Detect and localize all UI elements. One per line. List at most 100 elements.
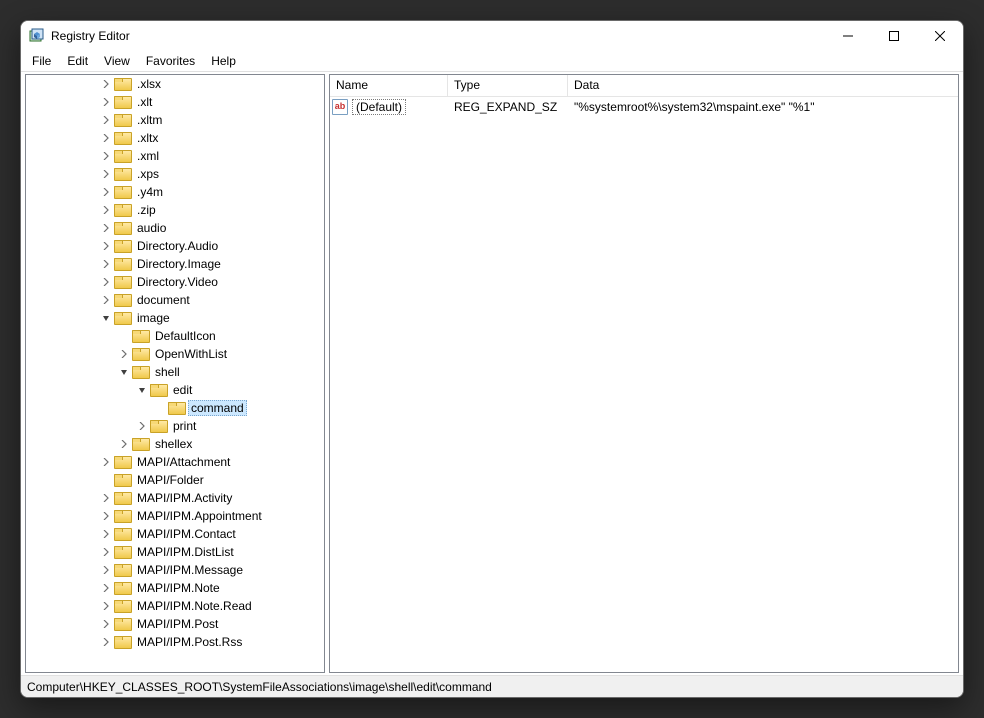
chevron-right-icon[interactable]: [100, 600, 112, 612]
tree-item[interactable]: .zip: [26, 201, 324, 219]
tree-item[interactable]: Directory.Video: [26, 273, 324, 291]
chevron-right-icon[interactable]: [118, 348, 130, 360]
tree-item[interactable]: shellex: [26, 435, 324, 453]
chevron-right-icon[interactable]: [100, 114, 112, 126]
chevron-right-icon[interactable]: [100, 618, 112, 630]
tree-item[interactable]: print: [26, 417, 324, 435]
chevron-right-icon[interactable]: [100, 456, 112, 468]
chevron-right-icon[interactable]: [100, 546, 112, 558]
window-title: Registry Editor: [51, 29, 825, 43]
expander-none: [100, 474, 112, 486]
tree-item[interactable]: .xlsx: [26, 75, 324, 93]
tree-item-label: .xltm: [134, 112, 165, 128]
chevron-right-icon[interactable]: [100, 150, 112, 162]
chevron-right-icon[interactable]: [100, 528, 112, 540]
tree-item[interactable]: MAPI/IPM.Appointment: [26, 507, 324, 525]
chevron-down-icon[interactable]: [100, 312, 112, 324]
folder-icon: [114, 312, 130, 325]
list-row[interactable]: (Default)REG_EXPAND_SZ"%systemroot%\syst…: [330, 97, 958, 116]
menu-edit[interactable]: Edit: [60, 53, 95, 69]
chevron-right-icon[interactable]: [100, 222, 112, 234]
menu-favorites[interactable]: Favorites: [139, 53, 202, 69]
tree-item[interactable]: MAPI/Folder: [26, 471, 324, 489]
menu-help[interactable]: Help: [204, 53, 243, 69]
chevron-right-icon[interactable]: [100, 132, 112, 144]
tree-item[interactable]: MAPI/IPM.Message: [26, 561, 324, 579]
tree-item[interactable]: MAPI/IPM.Note.Read: [26, 597, 324, 615]
folder-icon: [114, 204, 130, 217]
column-header-type[interactable]: Type: [448, 75, 568, 96]
chevron-right-icon[interactable]: [100, 204, 112, 216]
chevron-right-icon[interactable]: [100, 510, 112, 522]
chevron-right-icon[interactable]: [100, 258, 112, 270]
chevron-right-icon[interactable]: [100, 582, 112, 594]
tree-item[interactable]: command: [26, 399, 324, 417]
chevron-right-icon[interactable]: [100, 294, 112, 306]
tree-item[interactable]: DefaultIcon: [26, 327, 324, 345]
expander-none: [118, 330, 130, 342]
tree-item[interactable]: MAPI/IPM.Post: [26, 615, 324, 633]
chevron-down-icon[interactable]: [136, 384, 148, 396]
tree-item[interactable]: .xps: [26, 165, 324, 183]
tree-item[interactable]: edit: [26, 381, 324, 399]
column-header-data[interactable]: Data: [568, 75, 958, 96]
tree-item[interactable]: .xlt: [26, 93, 324, 111]
tree-item[interactable]: MAPI/IPM.DistList: [26, 543, 324, 561]
chevron-right-icon[interactable]: [100, 168, 112, 180]
chevron-right-icon[interactable]: [100, 564, 112, 576]
folder-icon: [150, 420, 166, 433]
menu-view[interactable]: View: [97, 53, 137, 69]
menu-file[interactable]: File: [25, 53, 58, 69]
string-value-icon: [332, 99, 348, 115]
column-header-name[interactable]: Name: [330, 75, 448, 96]
maximize-button[interactable]: [871, 21, 917, 51]
folder-icon: [132, 330, 148, 343]
tree-item-label: image: [134, 310, 173, 326]
tree-item[interactable]: MAPI/IPM.Note: [26, 579, 324, 597]
tree-item[interactable]: audio: [26, 219, 324, 237]
close-button[interactable]: [917, 21, 963, 51]
chevron-right-icon[interactable]: [100, 186, 112, 198]
tree-item[interactable]: image: [26, 309, 324, 327]
folder-icon: [114, 294, 130, 307]
tree-item-label: DefaultIcon: [152, 328, 219, 344]
tree-item[interactable]: .xltx: [26, 129, 324, 147]
chevron-right-icon[interactable]: [118, 438, 130, 450]
tree-item[interactable]: Directory.Image: [26, 255, 324, 273]
folder-icon: [132, 438, 148, 451]
tree-item[interactable]: MAPI/Attachment: [26, 453, 324, 471]
chevron-right-icon[interactable]: [100, 96, 112, 108]
tree-item-label: print: [170, 418, 199, 434]
folder-icon: [114, 150, 130, 163]
statusbar: Computer\HKEY_CLASSES_ROOT\SystemFileAss…: [21, 675, 963, 697]
chevron-right-icon[interactable]: [100, 78, 112, 90]
tree-item[interactable]: shell: [26, 363, 324, 381]
statusbar-path: Computer\HKEY_CLASSES_ROOT\SystemFileAss…: [27, 680, 492, 694]
folder-icon: [114, 114, 130, 127]
expander-none: [154, 402, 166, 414]
folder-icon: [114, 528, 130, 541]
tree-item[interactable]: .y4m: [26, 183, 324, 201]
tree-item[interactable]: MAPI/IPM.Post.Rss: [26, 633, 324, 651]
tree-item[interactable]: .xml: [26, 147, 324, 165]
titlebar[interactable]: Registry Editor: [21, 21, 963, 51]
list-body: (Default)REG_EXPAND_SZ"%systemroot%\syst…: [330, 97, 958, 672]
folder-icon: [114, 186, 130, 199]
tree-item[interactable]: MAPI/IPM.Contact: [26, 525, 324, 543]
list-pane: Name Type Data (Default)REG_EXPAND_SZ"%s…: [329, 74, 959, 673]
chevron-right-icon[interactable]: [136, 420, 148, 432]
tree-item[interactable]: OpenWithList: [26, 345, 324, 363]
tree-item[interactable]: document: [26, 291, 324, 309]
minimize-button[interactable]: [825, 21, 871, 51]
chevron-right-icon[interactable]: [100, 240, 112, 252]
tree-item[interactable]: .xltm: [26, 111, 324, 129]
chevron-right-icon[interactable]: [100, 636, 112, 648]
folder-icon: [114, 546, 130, 559]
folder-icon: [114, 78, 130, 91]
tree-item[interactable]: Directory.Audio: [26, 237, 324, 255]
chevron-down-icon[interactable]: [118, 366, 130, 378]
chevron-right-icon[interactable]: [100, 276, 112, 288]
tree-scroll[interactable]: .xlsx.xlt.xltm.xltx.xml.xps.y4m.zipaudio…: [26, 75, 324, 672]
chevron-right-icon[interactable]: [100, 492, 112, 504]
tree-item[interactable]: MAPI/IPM.Activity: [26, 489, 324, 507]
